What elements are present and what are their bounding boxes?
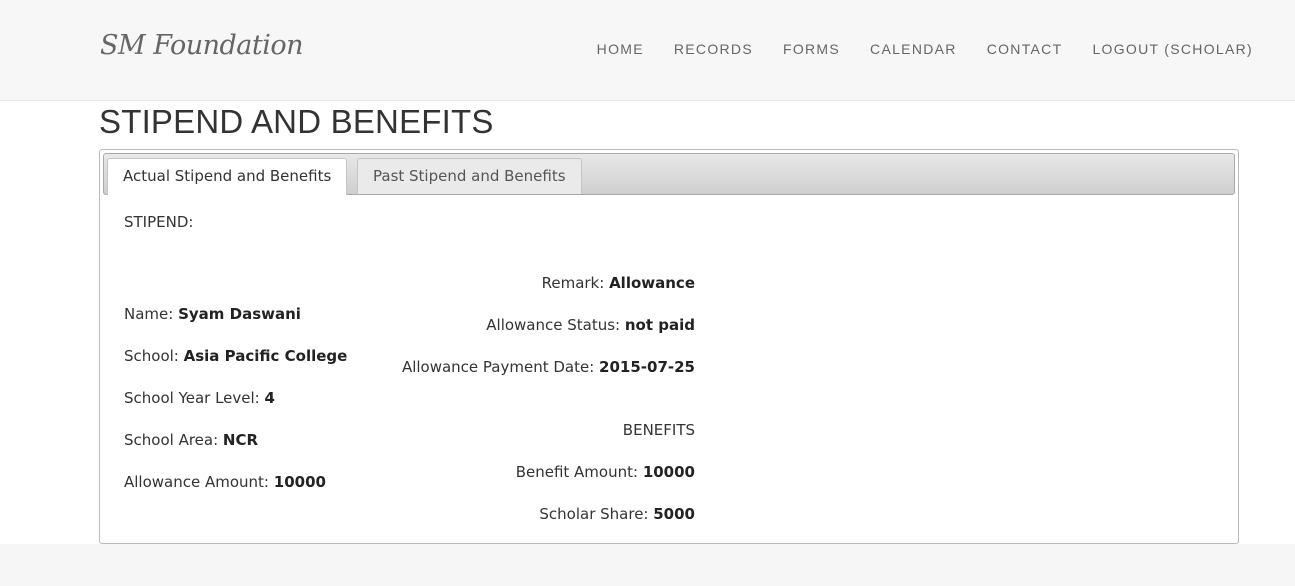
main-content: STIPEND AND BENEFITS Actual Stipend and … [0, 101, 1295, 544]
scholar-share-field: Scholar Share: 5000 [539, 505, 695, 523]
benefit-amount-field: Benefit Amount: 10000 [516, 463, 695, 481]
field-label: Allowance Payment Date: [401, 358, 600, 376]
nav-logout[interactable]: LOGOUT (SCHOLAR) [1092, 41, 1253, 57]
field-value: 10000 [642, 463, 695, 481]
field-value: 2015-07-25 [599, 358, 695, 376]
tab-past-stipend[interactable]: Past Stipend and Benefits [357, 158, 582, 194]
field-value: NCR [222, 431, 259, 449]
allowance-status-field: Allowance Status: not paid [486, 316, 695, 334]
field-label: Allowance Amount: [124, 473, 274, 491]
field-value: 4 [264, 389, 275, 407]
field-value: 10000 [273, 473, 326, 491]
brand-logo[interactable]: SM Foundation [100, 30, 304, 61]
allowance-amount-field: Allowance Amount: 10000 [124, 473, 326, 491]
page-title: STIPEND AND BENEFITS [99, 103, 494, 140]
nav-home[interactable]: HOME [597, 41, 644, 57]
field-label: School Area: [124, 431, 223, 449]
nav-forms[interactable]: FORMS [783, 41, 840, 57]
field-value: Asia Pacific College [183, 347, 348, 365]
field-value: not paid [624, 316, 695, 334]
field-label: Name: [124, 305, 179, 323]
field-label: Allowance Status: [486, 316, 625, 334]
nav-records[interactable]: RECORDS [674, 41, 753, 57]
nav-calendar[interactable]: CALENDAR [870, 41, 957, 57]
name-field: Name: Syam Daswani [124, 305, 301, 323]
top-navbar: SM Foundation HOME RECORDS FORMS CALENDA… [0, 0, 1295, 101]
school-area-field: School Area: NCR [124, 431, 258, 449]
school-field: School: Asia Pacific College [124, 347, 347, 365]
tabs-panel: Actual Stipend and Benefits Past Stipend… [99, 149, 1239, 544]
field-value: Allowance [609, 274, 695, 292]
main-nav: HOME RECORDS FORMS CALENDAR CONTACT LOGO… [567, 41, 1253, 57]
school-year-level-field: School Year Level: 4 [124, 389, 275, 407]
field-label: School Year Level: [124, 389, 265, 407]
tab-actual-stipend[interactable]: Actual Stipend and Benefits [107, 158, 348, 195]
remark-field: Remark: Allowance [542, 274, 695, 292]
tab-bar: Actual Stipend and Benefits Past Stipend… [103, 153, 1235, 195]
field-label: Remark: [541, 274, 610, 292]
field-label: Benefit Amount: [515, 463, 643, 481]
stipend-section-title: STIPEND: [124, 213, 194, 231]
field-label: Scholar Share: [539, 505, 654, 523]
field-label: School: [124, 347, 184, 365]
benefits-heading: BENEFITS [622, 421, 695, 439]
allowance-payment-date-field: Allowance Payment Date: 2015-07-25 [402, 358, 695, 376]
field-value: Syam Daswani [178, 305, 301, 323]
field-value: 5000 [653, 505, 695, 523]
nav-contact[interactable]: CONTACT [987, 41, 1063, 57]
